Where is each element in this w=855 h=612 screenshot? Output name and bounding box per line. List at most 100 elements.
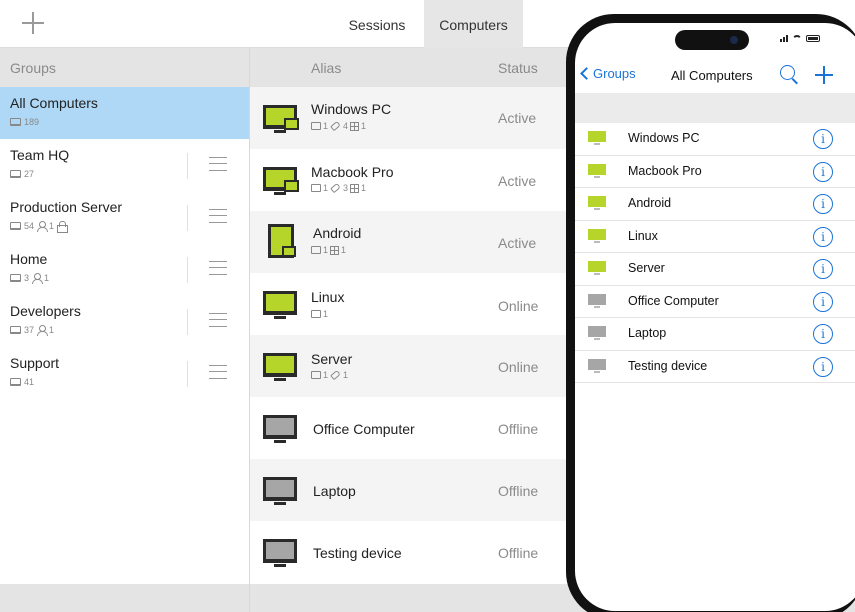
- computer-monitor-icon: [263, 291, 297, 319]
- divider: [187, 361, 188, 387]
- group-item-production-server[interactable]: Production Server 54 1: [0, 191, 249, 243]
- session-count: 1: [361, 121, 367, 131]
- alias-column-header[interactable]: Alias: [311, 60, 341, 76]
- phone-status-icons: [780, 35, 820, 42]
- computer-count-icon: [10, 118, 21, 126]
- computer-monitor-icon: [263, 353, 297, 381]
- phone-item-name: Laptop: [628, 326, 667, 340]
- tag-icon: [330, 369, 341, 381]
- info-icon[interactable]: i: [813, 129, 833, 149]
- computer-count: 3: [24, 273, 30, 283]
- divider: [187, 153, 188, 179]
- computer-monitor-icon: [263, 539, 297, 567]
- phone-item-name: Server: [628, 261, 665, 275]
- phone-computer-list: Windows PC i Macbook Pro i Android i Lin…: [575, 123, 855, 383]
- hamburger-menu-icon[interactable]: [209, 313, 227, 327]
- computer-meta: 1 1: [311, 245, 346, 255]
- user-icon: [32, 273, 44, 284]
- folder-count: 1: [323, 370, 329, 380]
- info-icon[interactable]: i: [813, 226, 833, 247]
- computer-monitor-icon: [588, 358, 606, 374]
- add-icon[interactable]: [815, 66, 833, 84]
- tag-icon: [330, 120, 341, 132]
- computer-monitor-icon: [588, 196, 606, 211]
- group-item-team-hq[interactable]: Team HQ 27: [0, 139, 249, 191]
- group-name: Support: [10, 355, 60, 371]
- phone-list-item[interactable]: Server i: [575, 253, 855, 286]
- computer-status: Active: [498, 110, 537, 126]
- session-count: 1: [361, 183, 367, 193]
- folder-icon: [311, 371, 321, 379]
- computer-count: 189: [24, 117, 40, 127]
- computer-status: Online: [498, 298, 539, 314]
- group-item-support[interactable]: Support 41: [0, 347, 249, 399]
- info-icon[interactable]: i: [813, 194, 833, 214]
- info-icon[interactable]: i: [813, 291, 833, 312]
- group-item-all-computers[interactable]: All Computers 189: [0, 87, 249, 139]
- phone-list-item[interactable]: Laptop i: [575, 318, 855, 351]
- chevron-left-icon: [580, 67, 593, 80]
- tab-sessions[interactable]: Sessions: [334, 0, 420, 48]
- group-meta: 27: [10, 169, 34, 179]
- app-window: Sessions Computers Groups All Computers …: [0, 0, 855, 612]
- computer-monitor-icon: [263, 477, 297, 505]
- group-item-developers[interactable]: Developers 37 1: [0, 295, 249, 347]
- computer-alias: Laptop: [313, 483, 356, 499]
- tab-computers[interactable]: Computers: [424, 0, 523, 48]
- hamburger-menu-icon[interactable]: [209, 209, 227, 223]
- phone-item-name: Office Computer: [628, 293, 719, 308]
- session-count: 1: [341, 245, 347, 255]
- phone-list-item[interactable]: Windows PC i: [575, 123, 855, 156]
- computer-count-icon: [10, 222, 21, 230]
- group-name: All Computers: [10, 95, 98, 111]
- divider: [187, 257, 188, 283]
- search-icon[interactable]: [780, 65, 800, 85]
- phone-screen: Groups All Computers Windows PC i Macboo…: [575, 23, 855, 611]
- phone-item-name: Linux: [628, 228, 658, 243]
- computer-monitor-icon: [588, 293, 606, 309]
- group-meta: 37 1: [10, 325, 54, 336]
- phone-list-item[interactable]: Macbook Pro i: [575, 156, 855, 188]
- divider: [187, 205, 188, 231]
- computer-status: Online: [498, 359, 539, 375]
- folder-icon: [311, 184, 321, 192]
- phone-list-item[interactable]: Office Computer i: [575, 286, 855, 318]
- phone-title: All Computers: [671, 68, 753, 83]
- folder-count: 1: [323, 183, 329, 193]
- user-icon: [37, 221, 49, 232]
- info-icon[interactable]: i: [813, 356, 833, 377]
- hamburger-menu-icon[interactable]: [209, 261, 227, 275]
- info-icon[interactable]: i: [813, 161, 833, 182]
- computer-alias: Linux: [311, 289, 345, 305]
- phone-list-item[interactable]: Android i: [575, 188, 855, 221]
- battery-icon: [806, 35, 820, 42]
- info-icon[interactable]: i: [813, 324, 833, 344]
- computer-meta: 1 1: [311, 369, 348, 381]
- computer-alias: Office Computer: [313, 421, 415, 437]
- status-column-header[interactable]: Status: [498, 60, 538, 76]
- computer-meta: 1: [311, 309, 328, 319]
- computer-monitor-icon: [263, 105, 299, 133]
- hamburger-menu-icon[interactable]: [209, 157, 227, 171]
- hamburger-menu-icon[interactable]: [209, 365, 227, 379]
- info-icon[interactable]: i: [813, 259, 833, 279]
- computer-alias: Android: [313, 225, 362, 241]
- computer-count: 41: [24, 377, 35, 387]
- group-meta: 54 1: [10, 221, 69, 233]
- folder-count: 1: [323, 309, 329, 319]
- back-button[interactable]: Groups: [579, 66, 636, 81]
- user-icon: [37, 325, 49, 336]
- phone-item-name: Windows PC: [628, 131, 700, 145]
- signal-icon: [780, 35, 788, 42]
- folder-icon: [311, 310, 321, 318]
- computer-alias: Server: [311, 351, 353, 367]
- computer-count-icon: [10, 170, 21, 178]
- computer-alias: Windows PC: [311, 101, 392, 117]
- phone-list-item[interactable]: Testing device i: [575, 351, 855, 383]
- session-icon: [350, 121, 360, 131]
- group-item-home[interactable]: Home 3 1: [0, 243, 249, 295]
- user-count: 1: [49, 221, 55, 231]
- add-plus-icon[interactable]: [22, 12, 44, 34]
- phone-list-item[interactable]: Linux i: [575, 221, 855, 253]
- groups-pane: Groups All Computers 189 Team HQ 27 Prod…: [0, 48, 250, 612]
